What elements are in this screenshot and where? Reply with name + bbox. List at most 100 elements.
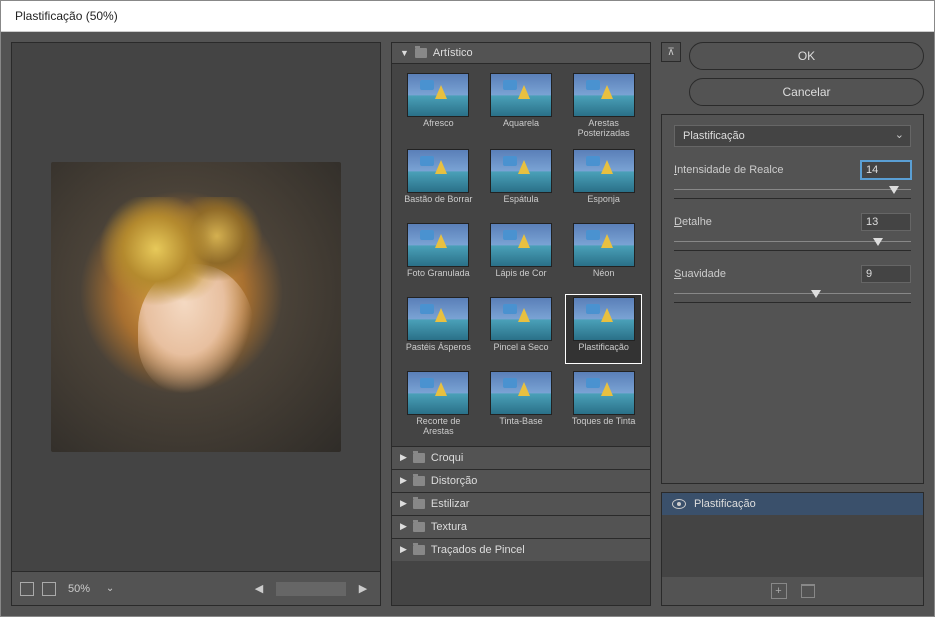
thumb-bastão-de-borrar[interactable]: Bastão de Borrar: [400, 146, 477, 216]
param-row: Intensidade de Realce: [674, 161, 911, 179]
thumb-label: Pastéis Ásperos: [406, 343, 471, 361]
thumb-label: Plastificação: [578, 343, 629, 361]
right-column: ⊼ OK Cancelar Plastificação Intensidade …: [661, 42, 924, 606]
thumb-arestas-posterizadas[interactable]: Arestas Posterizadas: [565, 70, 642, 142]
thumb-image: [407, 149, 469, 193]
preview-controls: 50% ⌄ ◀ ▶: [12, 571, 380, 605]
param-input[interactable]: [861, 213, 911, 231]
filter-params: Plastificação Intensidade de Realce Detal…: [661, 114, 924, 484]
thumb-plastificação[interactable]: Plastificação: [565, 294, 642, 364]
category-estilizar[interactable]: ▶ Estilizar: [392, 492, 650, 515]
zoom-dropdown[interactable]: ⌄: [102, 581, 118, 597]
thumb-label: Foto Granulada: [407, 269, 470, 287]
thumb-image: [407, 73, 469, 117]
ok-button[interactable]: OK: [689, 42, 924, 70]
fit-screen-icon[interactable]: [20, 582, 34, 596]
thumb-label: Néon: [593, 269, 615, 287]
chevron-right-icon: ▶: [400, 475, 407, 486]
category-label: Textura: [431, 521, 467, 533]
param-row: Detalhe: [674, 213, 911, 231]
thumb-label: Afresco: [423, 119, 454, 137]
folder-icon: [415, 48, 427, 58]
thumb-image: [573, 297, 635, 341]
zoom-level: 50%: [64, 583, 94, 595]
category-artistico[interactable]: ▼ Artístico: [392, 43, 650, 64]
thumb-foto-granulada[interactable]: Foto Granulada: [400, 220, 477, 290]
thumb-pastéis-ásperos[interactable]: Pastéis Ásperos: [400, 294, 477, 364]
thumb-label: Arestas Posterizadas: [568, 119, 639, 139]
param-label: Suavidade: [674, 268, 726, 280]
category-label: Croqui: [431, 452, 463, 464]
preview-pane: 50% ⌄ ◀ ▶: [11, 42, 381, 606]
prev-icon[interactable]: ◀: [250, 580, 268, 598]
thumb-label: Aquarela: [503, 119, 539, 137]
category-croqui[interactable]: ▶Croqui: [392, 446, 650, 469]
new-layer-icon[interactable]: +: [771, 583, 787, 599]
preview-viewport[interactable]: [12, 43, 380, 571]
param-row: Suavidade: [674, 265, 911, 283]
category-textura[interactable]: ▶Textura: [392, 515, 650, 538]
window-title: Plastificação (50%): [15, 9, 118, 23]
category-traçados-de-pincel[interactable]: ▶ Traçados de Pincel: [392, 538, 650, 561]
category-distorção[interactable]: ▶ Distorção: [392, 469, 650, 492]
thumb-label: Recorte de Arestas: [403, 417, 474, 437]
thumb-tinta-base[interactable]: Tinta-Base: [483, 368, 560, 440]
thumb-label: Tinta-Base: [499, 417, 542, 435]
chevron-right-icon: ▶: [400, 498, 407, 509]
actual-pixels-icon[interactable]: [42, 582, 56, 596]
param-slider[interactable]: [674, 287, 911, 303]
thumb-image: [490, 73, 552, 117]
folder-icon: [413, 545, 425, 555]
cancel-button[interactable]: Cancelar: [689, 78, 924, 106]
thumb-recorte-de-arestas[interactable]: Recorte de Arestas: [400, 368, 477, 440]
thumb-image: [490, 371, 552, 415]
param-label: Intensidade de Realce: [674, 164, 783, 176]
thumb-toques-de-tinta[interactable]: Toques de Tinta: [565, 368, 642, 440]
layers-empty-area: [662, 515, 923, 577]
layer-name: Plastificação: [694, 498, 756, 510]
thumb-image: [407, 297, 469, 341]
layers-footer: +: [662, 577, 923, 605]
thumb-image: [573, 149, 635, 193]
thumb-lápis-de-cor[interactable]: Lápis de Cor: [483, 220, 560, 290]
thumb-pincel-a-seco[interactable]: Pincel a Seco: [483, 294, 560, 364]
folder-icon: [413, 499, 425, 509]
thumb-label: Esponja: [587, 195, 620, 213]
dialog-content: 50% ⌄ ◀ ▶ ▼ Artístico Afresco Aquarela Are…: [1, 32, 934, 616]
filter-select-label: Plastificação: [683, 130, 745, 142]
param-label: Detalhe: [674, 216, 712, 228]
thumb-néon[interactable]: Néon: [565, 220, 642, 290]
folder-icon: [413, 476, 425, 486]
thumb-image: [573, 371, 635, 415]
thumb-image: [407, 371, 469, 415]
param-input[interactable]: [861, 161, 911, 179]
thumb-image: [573, 73, 635, 117]
filter-select[interactable]: Plastificação: [674, 125, 911, 147]
scrollbar[interactable]: [276, 582, 346, 596]
collapse-icon[interactable]: ⊼: [661, 42, 681, 62]
folder-icon: [413, 522, 425, 532]
thumb-afresco[interactable]: Afresco: [400, 70, 477, 142]
titlebar: Plastificação (50%): [1, 1, 934, 32]
param-slider[interactable]: [674, 235, 911, 251]
layer-row[interactable]: Plastificação: [662, 493, 923, 515]
param-slider[interactable]: [674, 183, 911, 199]
next-icon[interactable]: ▶: [354, 580, 372, 598]
chevron-down-icon: ▼: [400, 48, 409, 58]
chevron-right-icon: ▶: [400, 544, 407, 555]
thumb-esponja[interactable]: Esponja: [565, 146, 642, 216]
category-label: Traçados de Pincel: [431, 544, 525, 556]
thumb-label: Espátula: [503, 195, 538, 213]
thumb-espátula[interactable]: Espátula: [483, 146, 560, 216]
trash-icon[interactable]: [801, 584, 815, 598]
folder-icon: [413, 453, 425, 463]
category-label: Artístico: [433, 47, 473, 59]
category-label: Estilizar: [431, 498, 470, 510]
visibility-icon[interactable]: [672, 499, 686, 509]
thumb-label: Bastão de Borrar: [404, 195, 472, 213]
category-label: Distorção: [431, 475, 477, 487]
thumb-aquarela[interactable]: Aquarela: [483, 70, 560, 142]
param-input[interactable]: [861, 265, 911, 283]
thumb-label: Toques de Tinta: [572, 417, 636, 435]
thumb-label: Pincel a Seco: [493, 343, 548, 361]
